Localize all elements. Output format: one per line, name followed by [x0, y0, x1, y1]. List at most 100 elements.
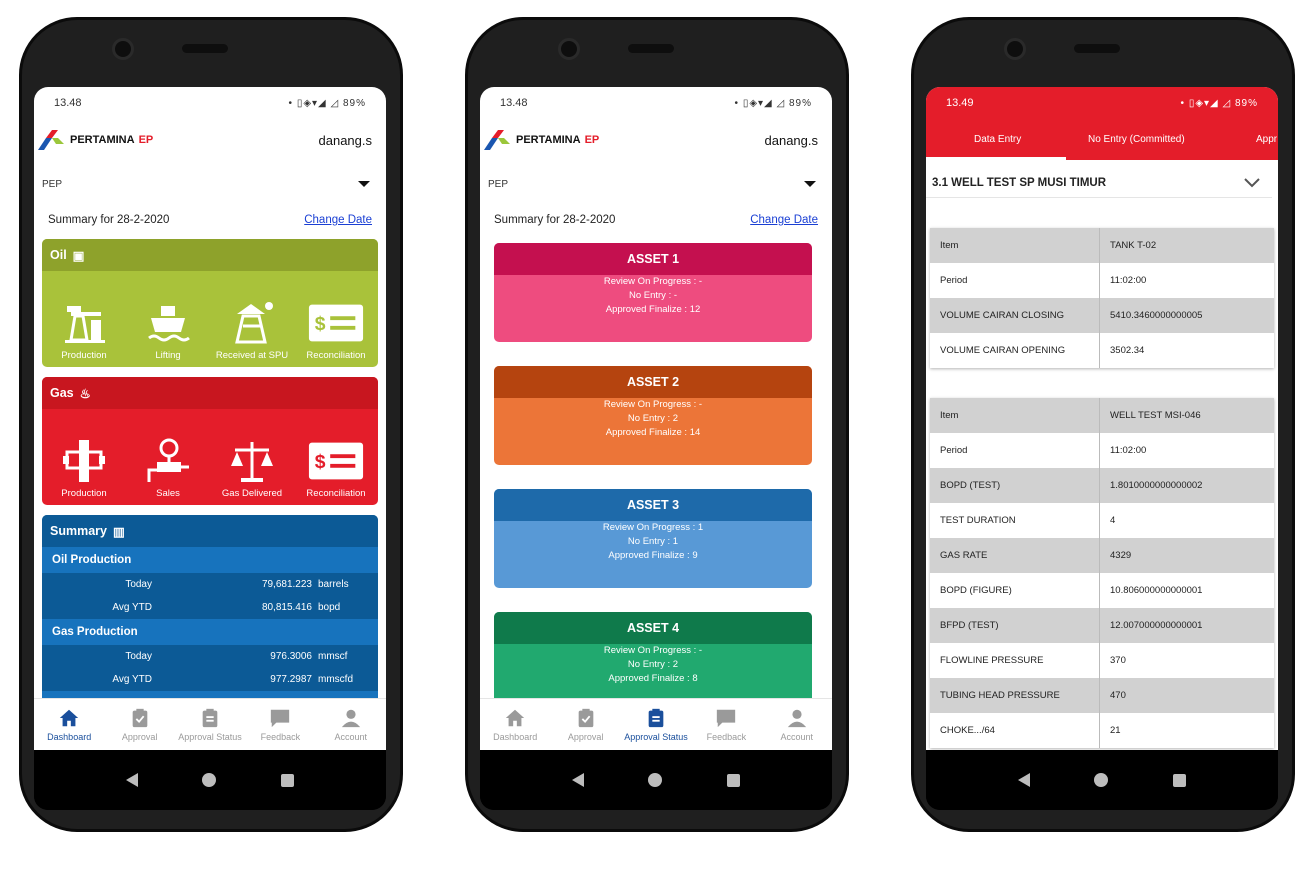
recents-icon[interactable] [280, 773, 294, 787]
brand-suffix: EP [138, 134, 154, 146]
table-row: TEST DURATION 4 [930, 503, 1274, 538]
oil-production-tile[interactable]: Production [44, 300, 124, 361]
active-tab-indicator [926, 157, 1066, 160]
asset-no-entry: No Entry : 2 [627, 659, 679, 670]
asset-no-entry: No Entry : - [628, 290, 678, 301]
region-select[interactable]: PEP [480, 161, 832, 207]
oil-lifting-tile[interactable]: Lifting [128, 300, 208, 361]
brand-name: PERTAMINA [70, 134, 135, 146]
gas-sales-tile[interactable]: Sales [128, 438, 208, 499]
nav-feedback[interactable]: Feedback [245, 707, 315, 742]
recents-icon[interactable] [726, 773, 740, 787]
gas-meter-icon [147, 438, 189, 482]
asset-card[interactable]: ASSET 1 Review On Progress : - No Entry : … [494, 243, 812, 342]
app-header: PERTAMINA EP danang.s [480, 119, 832, 161]
username: danang.s [764, 132, 819, 148]
tank-table: Item TANK T-02 Period 11:02:00 VOLUME CAIRAN… [930, 228, 1274, 368]
status-bar: 13.48 • ▯◈▾◢ ◿ 89% [34, 87, 386, 119]
bar-chart-icon: ▥ [112, 524, 125, 539]
table-cell-value: 10.806000000000001 [1110, 585, 1203, 596]
change-date-link[interactable]: Change Date [750, 214, 818, 226]
home-icon [506, 709, 525, 727]
gas-avg-ytd-row: Avg YTD 977.2987 mmscfd [42, 668, 378, 691]
asset-no-entry: No Entry : 1 [627, 536, 679, 547]
nav-approval[interactable]: Approval [105, 707, 175, 742]
earpiece-speaker [182, 44, 228, 53]
dashboard-screen: 13.48 • ▯◈▾◢ ◿ 89% PERTAMINA EP danang.s… [34, 87, 386, 750]
region-select-value: PEP [488, 178, 509, 190]
status-icons: • ▯◈▾◢ ◿ 89% [288, 97, 366, 109]
asset-card[interactable]: ASSET 2 Review On Progress : - No Entry : … [494, 366, 812, 465]
username: danang.s [318, 132, 373, 148]
row-value: 79,681.223 [261, 579, 312, 590]
home-button-icon[interactable] [1094, 773, 1109, 787]
asset-list: ASSET 1 Review On Progress : - No Entry : … [480, 243, 832, 711]
asset-title: ASSET 3 [494, 489, 812, 521]
row-unit: mmscf [318, 651, 348, 662]
brand-name: PERTAMINA [516, 134, 581, 146]
region-select[interactable]: PEP [34, 161, 386, 207]
person-icon [341, 709, 360, 728]
tab-data-entry[interactable]: Data Entry [974, 134, 1021, 145]
bottom-nav: Dashboard Approval Approval Status Feedb… [34, 698, 386, 750]
oil-received-at-spu-tile[interactable]: Received at SPU [212, 300, 292, 361]
gas-delivered-tile[interactable]: Gas Delivered [212, 438, 292, 499]
table-row: FLOWLINE PRESSURE 370 [930, 643, 1274, 678]
asset-card[interactable]: ASSET 3 Review On Progress : 1 No Entry : … [494, 489, 812, 588]
back-icon[interactable] [1018, 773, 1031, 787]
table-cell-label: TUBING HEAD PRESSURE [930, 678, 1100, 713]
nav-feedback[interactable]: Feedback [691, 707, 761, 742]
nav-dashboard[interactable]: Dashboard [34, 707, 104, 742]
change-date-link[interactable]: Change Date [304, 214, 372, 226]
oil-today-row: Today 79,681.223 barrels [42, 573, 378, 596]
scale-icon [231, 442, 273, 482]
nav-approval[interactable]: Approval [551, 707, 621, 742]
row-label: Avg YTD [112, 602, 152, 613]
data-entry-screen: 13.49 • ▯◈▾◢ ◿ 89% Data Entry No Entry (… [926, 87, 1278, 750]
row-label: Today [125, 651, 152, 662]
back-icon[interactable] [126, 773, 139, 787]
gas-production-tile[interactable]: Production [44, 438, 124, 499]
gas-card-title: Gas [50, 386, 74, 400]
brand-suffix: EP [584, 134, 600, 146]
table-cell-label: Period [930, 263, 1100, 298]
asset-review: Review On Progress : - [603, 645, 703, 656]
nav-label: Approval [121, 732, 158, 742]
recents-icon[interactable] [1172, 773, 1186, 787]
well-selector[interactable]: 3.1 WELL TEST SP MUSI TIMUR [926, 160, 1272, 198]
asset-card[interactable]: ASSET 4 Review On Progress : - No Entry : … [494, 612, 812, 711]
chat-bubble-icon [271, 709, 290, 728]
back-icon[interactable] [572, 773, 585, 787]
row-label: Avg YTD [112, 674, 152, 685]
nav-account[interactable]: Account [316, 707, 386, 742]
table-row: GAS RATE 4329 [930, 538, 1274, 573]
tab-no-entry-committed[interactable]: No Entry (Committed) [1088, 134, 1185, 145]
nav-approval-status[interactable]: Approval Status [621, 707, 691, 742]
nav-approval-status[interactable]: Approval Status [175, 707, 245, 742]
gas-tiles: Production Sales Gas Delivered $ Reconci… [42, 409, 378, 505]
gas-reconciliation-tile[interactable]: $ Reconciliation [296, 438, 376, 499]
tile-label: Lifting [155, 350, 181, 361]
table-row: BOPD (TEST) 1.8010000000000002 [930, 468, 1274, 503]
summary-date-row: Summary for 28-2-2020 Change Date [480, 207, 832, 233]
table-cell-value: 11:02:00 [1110, 275, 1147, 286]
phone-data-entry: 13.49 • ▯◈▾◢ ◿ 89% Data Entry No Entry (… [911, 17, 1295, 832]
front-camera [1004, 38, 1026, 60]
status-bar: 13.49 • ▯◈▾◢ ◿ 89% [926, 87, 1278, 119]
asset-approved: Approved Finalize : 14 [605, 427, 701, 438]
nav-dashboard[interactable]: Dashboard [480, 707, 550, 742]
home-button-icon[interactable] [648, 773, 663, 787]
nav-label: Approval [567, 732, 604, 742]
region-select-value: PEP [42, 178, 63, 190]
android-nav-bar [34, 750, 386, 810]
oil-reconciliation-tile[interactable]: $ Reconciliation [296, 300, 376, 361]
nav-account[interactable]: Account [762, 707, 832, 742]
table-cell-value: 12.007000000000001 [1110, 620, 1203, 631]
oil-card-title: Oil [50, 248, 67, 262]
table-cell-value: 470 [1110, 690, 1126, 701]
gas-production-heading: Gas Production [42, 619, 378, 645]
home-button-icon[interactable] [202, 773, 217, 787]
table-cell-value: TANK T-02 [1110, 240, 1157, 251]
table-row: VOLUME CAIRAN CLOSING 5410.3460000000005 [930, 298, 1274, 333]
tab-approval[interactable]: Appr [1256, 134, 1277, 145]
